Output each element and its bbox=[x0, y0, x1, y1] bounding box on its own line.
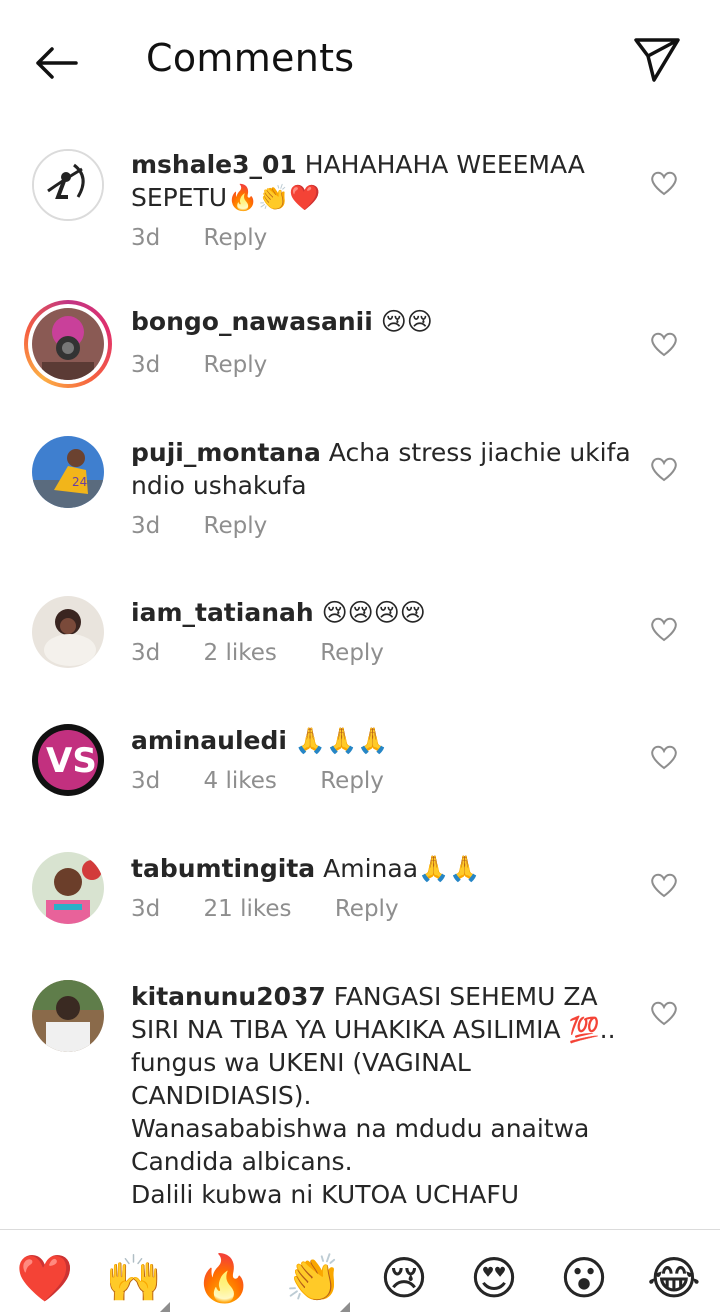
header: Comments bbox=[0, 0, 720, 120]
emoji-reaction-bar: ❤️ 🙌 🔥 👏 😢 😍 😮 😂 bbox=[0, 1229, 720, 1315]
comment-time: 3d bbox=[131, 640, 161, 666]
reply-button[interactable]: Reply bbox=[335, 896, 399, 922]
comment-meta: 3d 2 likes Reply bbox=[131, 640, 420, 666]
svg-text:VS: VS bbox=[46, 741, 97, 781]
username[interactable]: tabumtingita bbox=[131, 854, 315, 883]
comment-time: 3d bbox=[131, 225, 161, 251]
story-ring[interactable] bbox=[24, 300, 112, 388]
likes-count[interactable]: 21 likes bbox=[204, 896, 292, 922]
reply-button[interactable]: Reply bbox=[320, 640, 384, 666]
comment-time: 3d bbox=[131, 896, 161, 922]
reply-button[interactable]: Reply bbox=[204, 513, 268, 539]
emoji-variant-indicator bbox=[340, 1302, 350, 1312]
raised-hands-emoji-button[interactable]: 🙌 bbox=[104, 1248, 164, 1308]
surprised-emoji-button[interactable]: 😮 bbox=[554, 1248, 614, 1308]
heart-emoji-button[interactable]: ❤️ bbox=[15, 1248, 75, 1308]
likes-count[interactable]: 2 likes bbox=[204, 640, 277, 666]
comment-meta: 3d 4 likes Reply bbox=[131, 768, 420, 794]
comment-text-line: Dalili kubwa ni KUTOA UCHAFU bbox=[131, 1180, 520, 1209]
avatar[interactable]: 24 bbox=[32, 436, 104, 508]
comment-text: 🙏🙏🙏 bbox=[294, 726, 389, 755]
likes-count[interactable]: 4 likes bbox=[204, 768, 277, 794]
avatar[interactable] bbox=[32, 980, 104, 1052]
username[interactable]: kitanunu2037 bbox=[131, 982, 326, 1011]
reply-button[interactable]: Reply bbox=[204, 225, 268, 251]
comment-time: 3d bbox=[131, 768, 161, 794]
arrow-left-icon[interactable] bbox=[28, 38, 84, 88]
comment-time: 3d bbox=[131, 513, 161, 539]
comment-list[interactable]: mshale3_01 HAHAHAHA WEEEMAA SEPETU🔥👏❤️ 3… bbox=[0, 128, 720, 1228]
comment-time: 3d bbox=[131, 352, 161, 378]
heart-icon[interactable] bbox=[650, 170, 678, 196]
paper-plane-icon[interactable] bbox=[628, 34, 684, 84]
page-title: Comments bbox=[146, 36, 355, 80]
reply-button[interactable]: Reply bbox=[204, 352, 268, 378]
comment-text-line: Wanasababishwa na mdudu anaitwa Candida … bbox=[131, 1114, 590, 1176]
comment-text-line: fungus wa UKENI (VAGINAL CANDIDIASIS). bbox=[131, 1048, 471, 1110]
comment-meta: 3d Reply bbox=[131, 352, 303, 378]
avatar[interactable] bbox=[32, 149, 104, 221]
comment-text: 😢😢 bbox=[380, 307, 433, 336]
svg-text:24: 24 bbox=[72, 475, 87, 489]
heart-icon[interactable] bbox=[650, 456, 678, 482]
heart-icon[interactable] bbox=[650, 616, 678, 642]
avatar[interactable] bbox=[32, 308, 104, 380]
heart-icon[interactable] bbox=[650, 1000, 678, 1026]
fire-emoji-button[interactable]: 🔥 bbox=[194, 1248, 254, 1308]
avatar[interactable]: VS bbox=[32, 724, 104, 796]
username[interactable]: mshale3_01 bbox=[131, 150, 297, 179]
comment-meta: 3d 21 likes Reply bbox=[131, 896, 435, 922]
heart-icon[interactable] bbox=[650, 331, 678, 357]
username[interactable]: aminauledi bbox=[131, 726, 287, 755]
username[interactable]: iam_tatianah bbox=[131, 598, 314, 627]
comment-text: 😢😢😢😢 bbox=[321, 598, 426, 627]
username[interactable]: bongo_nawasanii bbox=[131, 307, 373, 336]
avatar[interactable] bbox=[32, 596, 104, 668]
laughing-emoji-button[interactable]: 😂 bbox=[644, 1248, 704, 1308]
reply-button[interactable]: Reply bbox=[320, 768, 384, 794]
heart-eyes-emoji-button[interactable]: 😍 bbox=[464, 1248, 524, 1308]
clap-emoji-button[interactable]: 👏 bbox=[284, 1248, 344, 1308]
heart-icon[interactable] bbox=[650, 872, 678, 898]
emoji-variant-indicator bbox=[160, 1302, 170, 1312]
comment-text: Aminaa🙏🙏 bbox=[323, 854, 481, 883]
comment-meta: 3d Reply bbox=[131, 513, 303, 539]
heart-icon[interactable] bbox=[650, 744, 678, 770]
username[interactable]: puji_montana bbox=[131, 438, 321, 467]
comment-meta: 3d Reply bbox=[131, 225, 303, 251]
crying-emoji-button[interactable]: 😢 bbox=[374, 1248, 434, 1308]
avatar[interactable] bbox=[32, 852, 104, 924]
